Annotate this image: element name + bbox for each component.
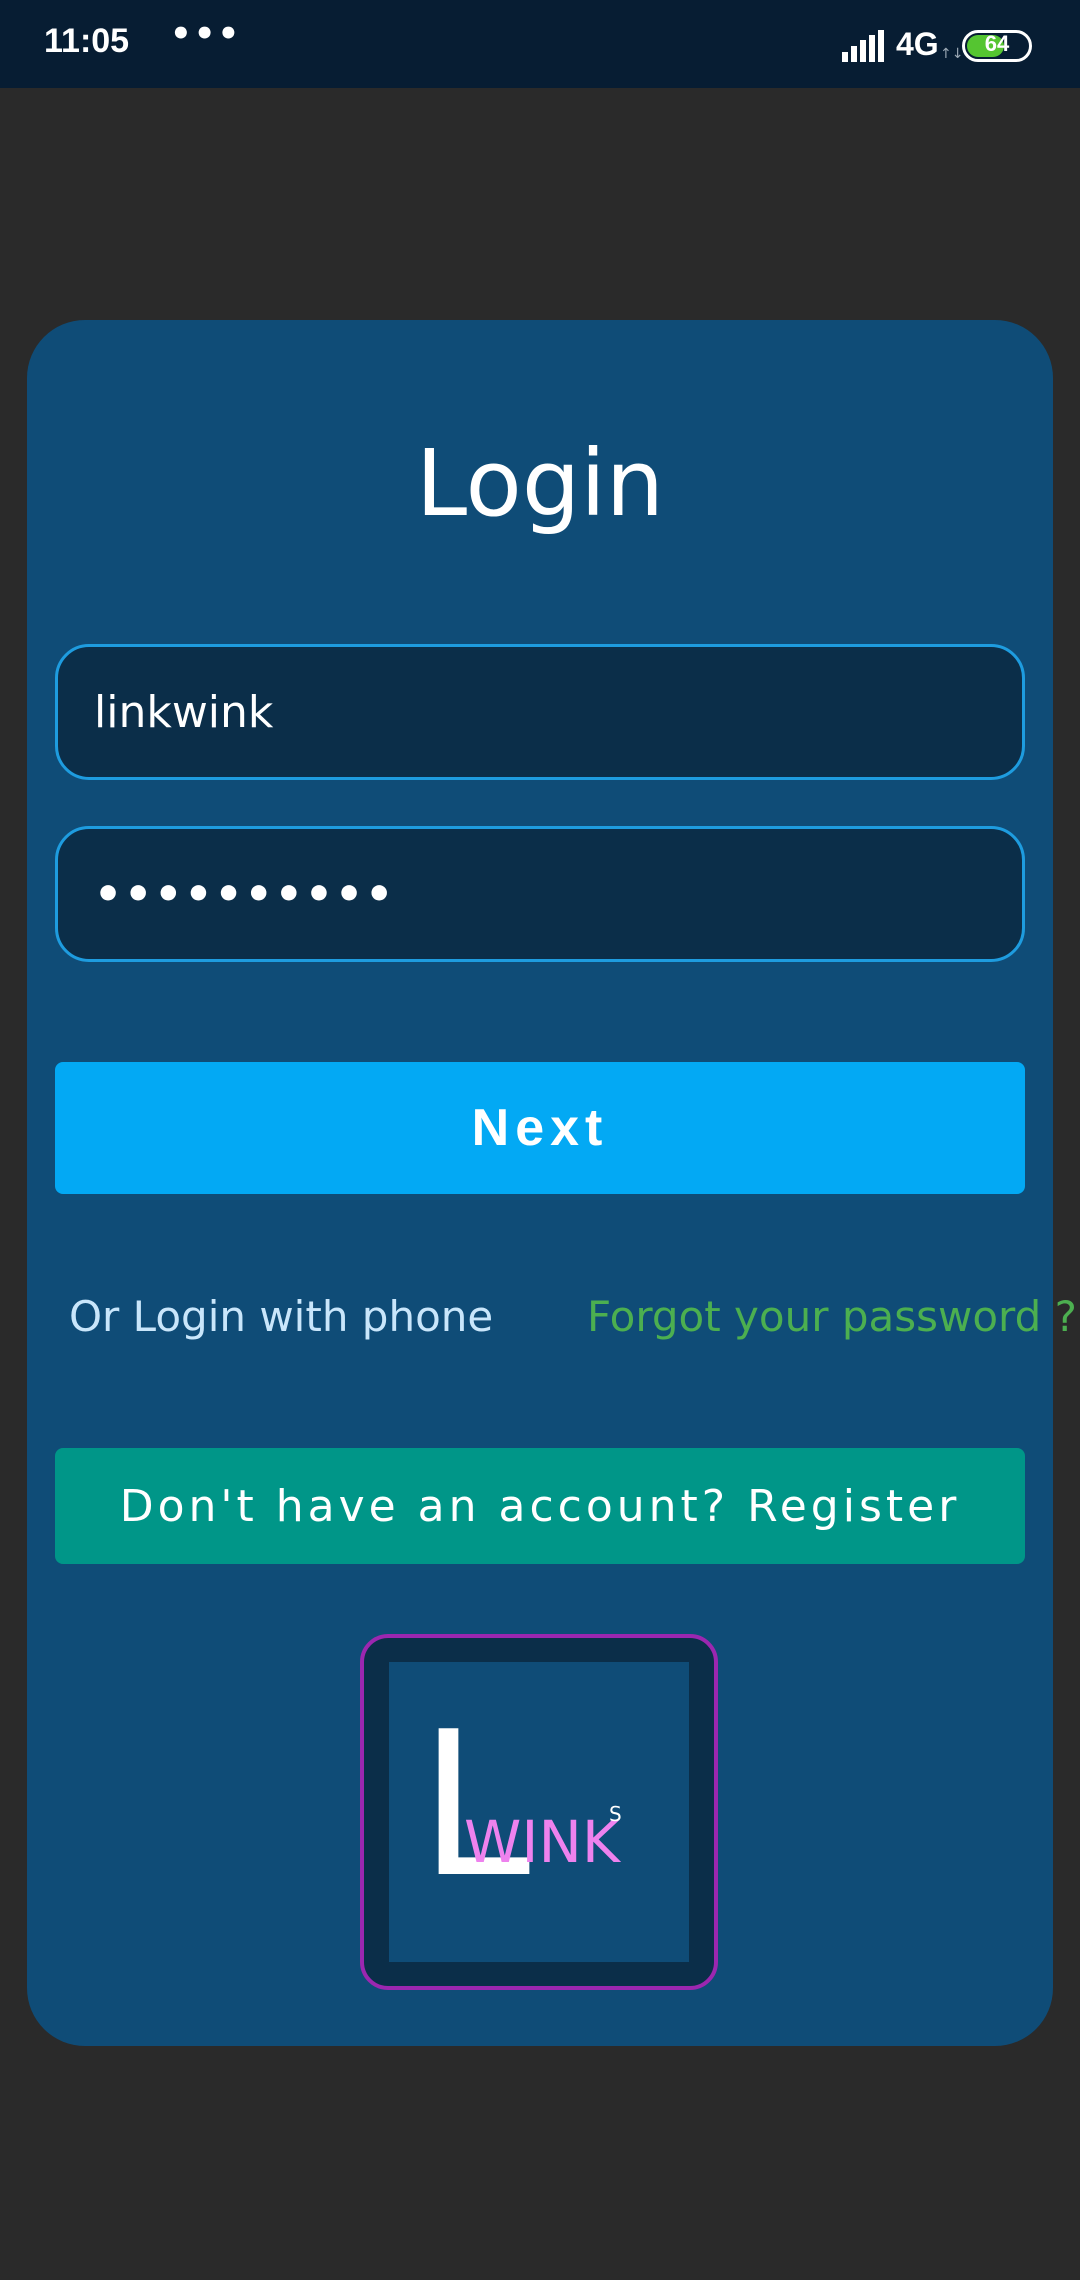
page-title: Login <box>415 430 665 537</box>
password-field[interactable]: •••••••••• <box>55 826 1025 962</box>
forgot-password-link[interactable]: Forgot your password ? <box>587 1292 1077 1341</box>
network-type-label: 4G <box>896 26 939 62</box>
battery-icon: 64 <box>962 30 1032 62</box>
status-bar: 11:05 ••• 4G ↑↓ 64 <box>0 0 1080 88</box>
logo-superscript: S <box>609 1802 622 1826</box>
next-button[interactable]: Next <box>55 1062 1025 1194</box>
logo-word: WINK <box>464 1808 620 1876</box>
username-field[interactable]: linkwink <box>55 644 1025 780</box>
login-with-phone-link[interactable]: Or Login with phone <box>69 1292 493 1341</box>
app-logo: L WINK S <box>360 1634 718 1990</box>
login-card: Login linkwink •••••••••• Next Or Login … <box>27 320 1077 2046</box>
signal-bars-icon <box>842 30 884 62</box>
status-time: 11:05 <box>44 22 130 60</box>
battery-level-label: 64 <box>984 31 1010 56</box>
notification-dots-icon: ••• <box>170 14 242 54</box>
username-value: linkwink <box>94 686 274 738</box>
password-value: •••••••••• <box>94 868 396 920</box>
data-activity-icon: ↑↓ <box>940 46 964 62</box>
register-button[interactable]: Don't have an account? Register <box>55 1448 1025 1564</box>
logo-inner-square: L WINK S <box>389 1662 689 1962</box>
